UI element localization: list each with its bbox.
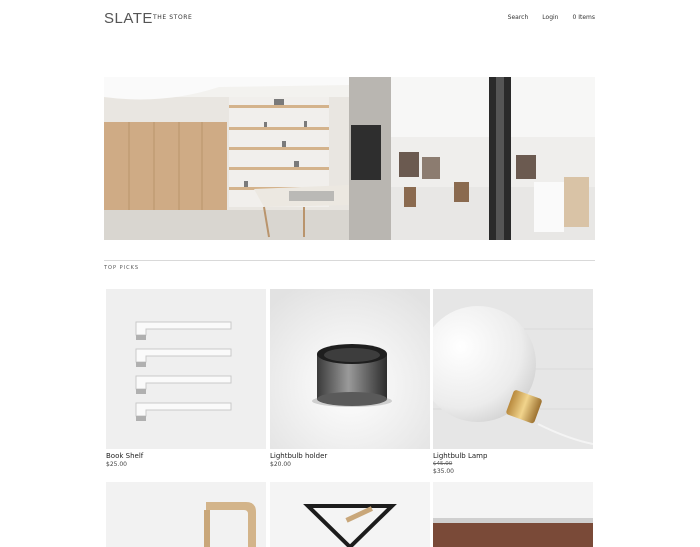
product-card[interactable]: Lightbulb holder $20.00	[270, 289, 430, 469]
hero-interior-photo	[104, 77, 595, 240]
hero-image[interactable]	[104, 77, 595, 240]
product-card[interactable]: Lightbulb Lamp $45.00 $35.00	[433, 289, 593, 476]
product-card[interactable]	[270, 482, 430, 547]
store-link[interactable]: THE STORE	[153, 14, 192, 21]
product-price: $35.00	[433, 468, 454, 475]
cart-link[interactable]: 0 Items	[572, 14, 595, 21]
section-title: TOP PICKS	[104, 265, 140, 271]
product-card[interactable]: Book Shelf $25.00	[106, 289, 266, 469]
section-divider	[104, 260, 595, 261]
product-image-table[interactable]	[433, 482, 593, 547]
product-old-price: $45.00	[433, 461, 453, 467]
product-name[interactable]: Book Shelf	[106, 451, 266, 461]
product-price: $20.00	[270, 461, 291, 468]
top-nav: Search Login 0 Items	[508, 14, 595, 21]
site-logo[interactable]: SLATE	[104, 10, 153, 27]
product-image-wood-chair[interactable]	[106, 482, 266, 547]
search-link[interactable]: Search	[508, 14, 529, 21]
product-image-triangle-lamp[interactable]	[270, 482, 430, 547]
login-link[interactable]: Login	[542, 14, 558, 21]
site-header: SLATE THE STORE Search Login 0 Items	[104, 10, 595, 30]
product-card[interactable]	[106, 482, 266, 547]
product-name[interactable]: Lightbulb holder	[270, 451, 430, 461]
product-price: $25.00	[106, 461, 127, 468]
product-image-book-shelf[interactable]	[106, 289, 266, 449]
product-image-lightbulb-lamp[interactable]	[433, 289, 593, 449]
product-image-lightbulb-holder[interactable]	[270, 289, 430, 449]
product-card[interactable]	[433, 482, 593, 547]
product-name[interactable]: Lightbulb Lamp	[433, 451, 593, 461]
